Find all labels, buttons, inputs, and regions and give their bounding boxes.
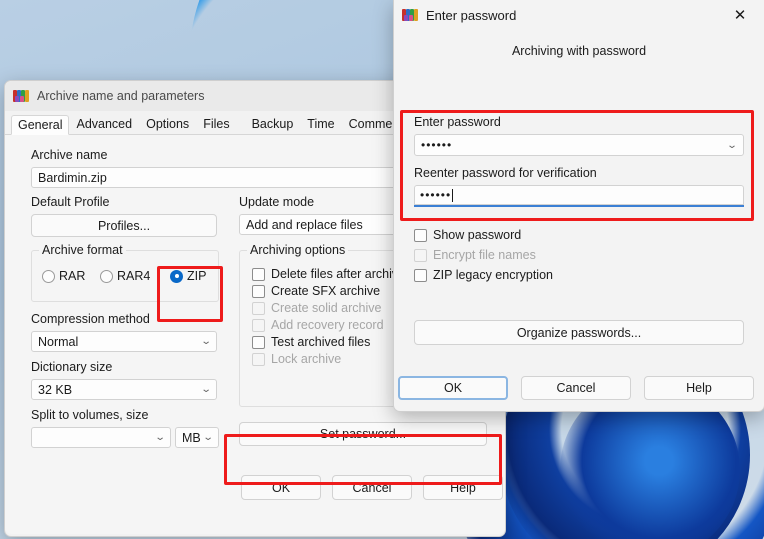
password-window-title: Enter password [426,7,517,23]
dictionary-size-select[interactable]: 32 KB ⌄ [31,379,217,400]
checkbox-label: Show password [433,228,522,242]
checkbox-show-password[interactable]: Show password [414,228,553,242]
winrar-books-icon [13,89,29,103]
tab-files[interactable]: Files [196,114,236,134]
chevron-down-icon: ⌄ [200,384,212,395]
update-mode-value: Add and replace files [246,217,363,232]
radio-dot-selected-icon [170,269,183,283]
main-ok-button[interactable]: OK [241,475,321,500]
set-password-button[interactable]: Set password... [239,422,487,446]
profiles-button[interactable]: Profiles... [31,214,217,237]
archive-window-title: Archive name and parameters [37,89,205,103]
tab-advanced[interactable]: Advanced [69,114,139,134]
compression-method-value: Normal [38,334,79,349]
radio-format-rar4[interactable]: RAR4 [100,269,150,283]
enter-password-label: Enter password [414,115,501,129]
password-help-button[interactable]: Help [644,376,754,400]
reenter-password-label: Reenter password for verification [414,166,597,180]
checkbox-test-archived-files[interactable]: Test archived files [252,335,401,349]
split-volumes-unit-select[interactable]: MB ⌄ [175,427,219,448]
main-cancel-button[interactable]: Cancel [332,475,412,500]
archive-format-label: Archive format [39,243,126,257]
reenter-password-input[interactable]: •••••• [414,185,744,207]
radio-format-rar[interactable]: RAR [42,269,85,283]
enter-password-value: •••••• [421,138,453,152]
password-dialog-heading: Archiving with password [511,44,647,58]
checkbox-zip-legacy-encryption[interactable]: ZIP legacy encryption [414,268,553,282]
password-window-titlebar: Enter password ✕ [394,0,764,30]
checkbox-label: ZIP legacy encryption [433,268,553,282]
split-volumes-label: Split to volumes, size [31,408,149,422]
radio-dot-icon [100,269,113,283]
checkbox-label: Test archived files [271,335,371,349]
close-icon[interactable]: ✕ [724,1,756,29]
archiving-options-label: Archiving options [247,243,349,257]
checkbox-icon [252,284,265,298]
compression-method-label: Compression method [31,312,150,326]
dictionary-size-value: 32 KB [38,382,73,397]
checkbox-label: Encrypt file names [433,248,536,262]
archive-name-label: Archive name [31,148,108,162]
checkbox-icon [414,248,427,262]
chevron-down-icon: ⌄ [202,432,214,443]
checkbox-icon [252,267,265,281]
archive-format-group: Archive format RAR RAR4 ZIP [31,243,219,302]
checkbox-create-sfx-archive[interactable]: Create SFX archive [252,284,401,298]
tab-time[interactable]: Time [300,114,341,134]
checkbox-delete-files-after-archiving[interactable]: Delete files after archivi [252,267,401,281]
checkbox-label: Create solid archive [271,301,382,315]
tab-general[interactable]: General [11,115,70,135]
main-help-button[interactable]: Help [423,475,503,500]
radio-format-zip[interactable]: ZIP [170,269,206,283]
tab-backup[interactable]: Backup [245,114,301,134]
text-cursor [452,188,454,202]
checkbox-icon [252,301,265,315]
tab-options[interactable]: Options [139,114,196,134]
split-volumes-input[interactable]: ⌄ [31,427,171,448]
radio-format-rar4-label: RAR4 [117,269,151,283]
checkbox-icon [252,318,265,332]
reenter-password-value: •••••• [420,188,452,202]
chevron-down-icon: ⌄ [200,336,212,347]
checkbox-encrypt-file-names: Encrypt file names [414,248,553,262]
checkbox-icon [252,352,265,366]
checkbox-icon [414,228,427,242]
split-volumes-unit-value: MB [182,430,201,445]
update-mode-label: Update mode [239,195,315,209]
chevron-down-icon: ⌄ [154,432,166,443]
checkbox-label: Delete files after archivi [271,267,401,281]
checkbox-create-solid-archive: Create solid archive [252,301,401,315]
radio-format-rar-label: RAR [59,269,86,283]
checkbox-label: Lock archive [271,352,342,366]
checkbox-lock-archive: Lock archive [252,352,401,366]
checkbox-label: Create SFX archive [271,284,381,298]
chevron-down-icon[interactable]: ⌄ [726,140,739,151]
default-profile-label: Default Profile [31,195,110,209]
password-ok-button[interactable]: OK [398,376,508,400]
radio-dot-icon [42,269,55,283]
enter-password-input[interactable]: •••••• ⌄ [414,134,744,156]
enter-password-window: Enter password ✕ Archiving with password… [393,0,764,412]
compression-method-select[interactable]: Normal ⌄ [31,331,217,352]
checkbox-label: Add recovery record [271,318,384,332]
checkbox-icon [414,268,427,282]
dictionary-size-label: Dictionary size [31,360,113,374]
radio-format-zip-label: ZIP [187,269,207,283]
winrar-books-icon [402,8,418,22]
checkbox-icon [252,335,265,349]
organize-passwords-button[interactable]: Organize passwords... [414,320,744,345]
checkbox-add-recovery-record: Add recovery record [252,318,401,332]
password-cancel-button[interactable]: Cancel [521,376,631,400]
